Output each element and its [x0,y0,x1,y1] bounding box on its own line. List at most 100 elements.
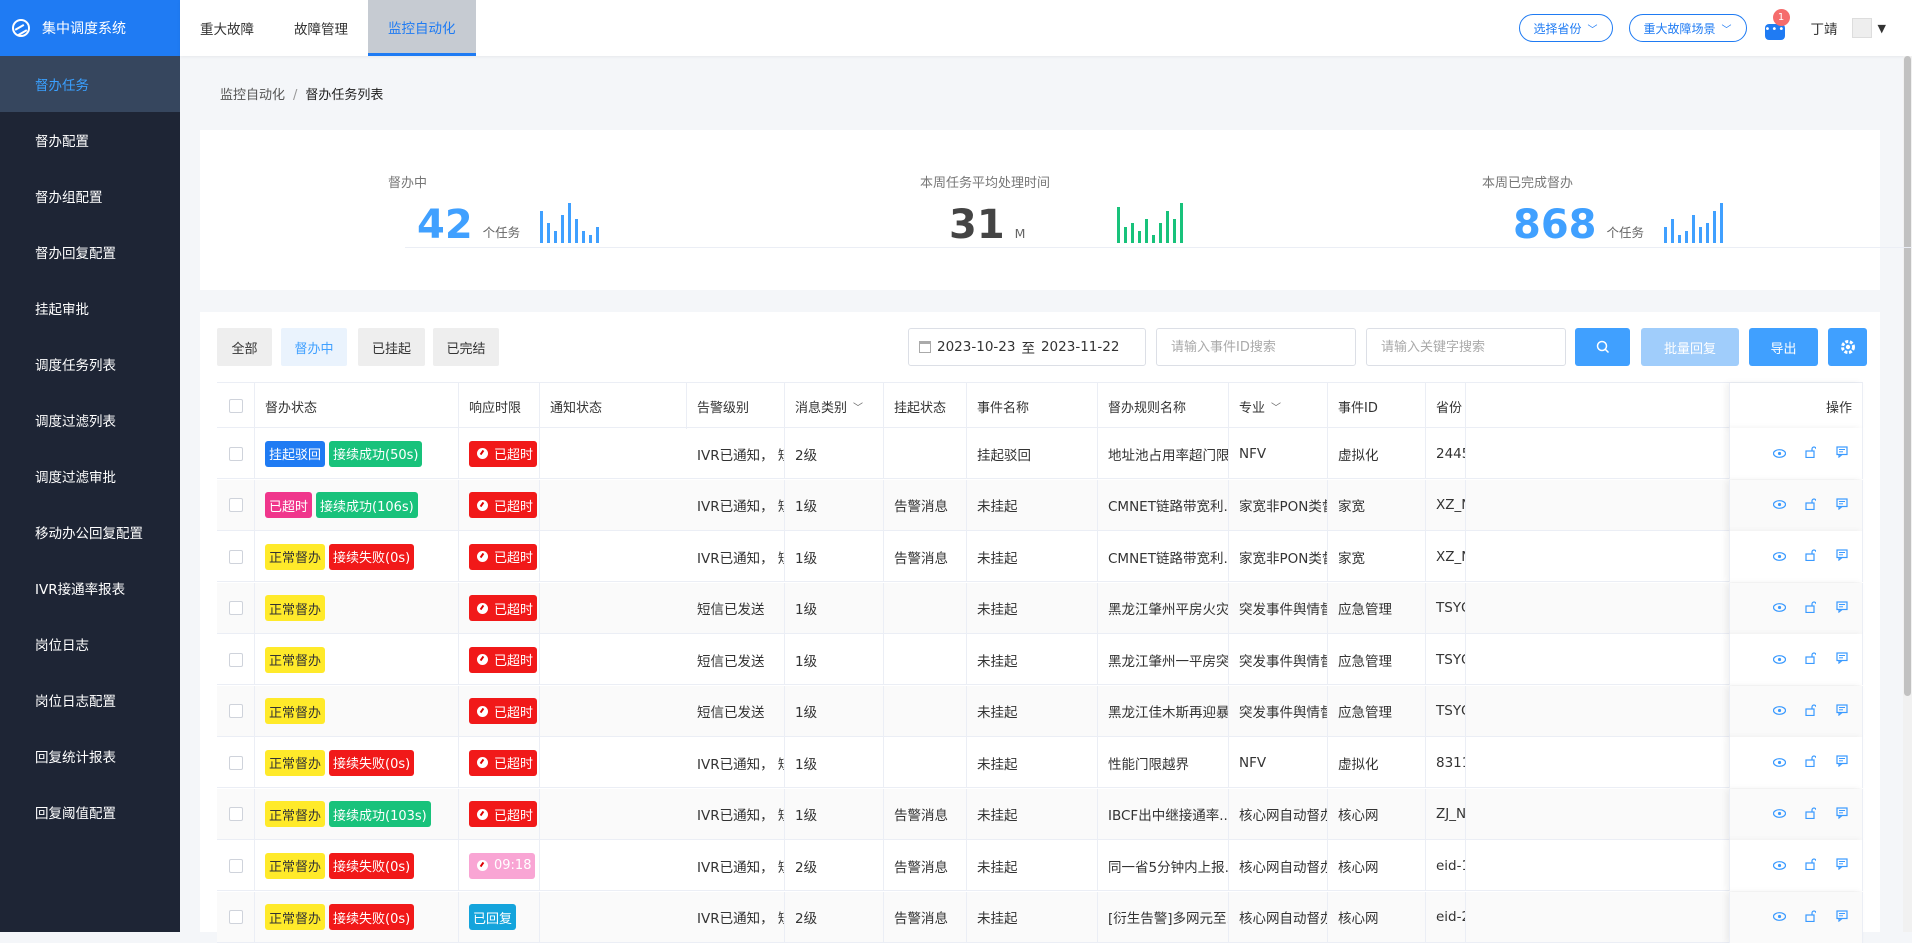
unlock-icon[interactable] [1804,858,1817,873]
unlock-icon[interactable] [1804,601,1817,616]
reply-icon[interactable] [1835,549,1848,564]
sidebar-item-7[interactable]: 调度过滤审批 [0,448,180,504]
unlock-icon[interactable] [1804,549,1817,564]
table-row[interactable]: 正常督办已超时短信已发送1级未挂起黑龙江肇州平房火灾...突发事件舆情督办应急管… [217,583,1863,634]
filter-tab-1[interactable]: 督办中 [281,328,347,366]
table-row[interactable]: 正常督办已超时短信已发送1级未挂起黑龙江肇州一平房突...突发事件舆情督办应急管… [217,634,1863,685]
chevron-down-icon[interactable]: ﹀ [1271,399,1281,414]
reply-icon[interactable] [1835,858,1848,873]
filter-tab-2[interactable]: 已挂起 [358,328,425,366]
event-id-search-input[interactable] [1156,328,1356,366]
unlock-icon[interactable] [1804,910,1817,925]
reply-icon[interactable] [1835,446,1848,461]
page-scrollbar[interactable] [1903,56,1912,932]
reply-icon[interactable] [1835,652,1848,667]
unlock-icon[interactable] [1804,807,1817,822]
province-select[interactable]: 选择省份﹀ [1519,14,1613,42]
user-name[interactable]: 丁靖 [1811,18,1838,38]
row-checkbox[interactable] [229,447,243,461]
eye-icon[interactable] [1773,653,1786,667]
top-tab-0[interactable]: 重大故障 [180,0,274,56]
scene-select[interactable]: 重大故障场景﹀ [1629,14,1747,42]
export-button[interactable]: 导出 [1749,328,1818,366]
breadcrumb-parent[interactable]: 监控自动化 [220,88,285,103]
eye-icon[interactable] [1773,756,1786,770]
table-row[interactable]: 正常督办接续失败(0s)已回复IVR已通知， 短信已发送2级告警消息未挂起[衍生… [217,892,1863,943]
row-checkbox[interactable] [229,653,243,667]
sidebar-item-12[interactable]: 回复统计报表 [0,728,180,784]
cell-event: 性能门限越界 [1098,737,1229,788]
eye-icon[interactable] [1773,550,1786,564]
row-checkbox[interactable] [229,601,243,615]
sidebar-item-2[interactable]: 督办组配置 [0,168,180,224]
reply-icon[interactable] [1835,910,1848,925]
cell-suspend: 未挂起 [967,480,1098,531]
unlock-icon[interactable] [1804,652,1817,667]
table-row[interactable]: 正常督办接续成功(103s)已超时IVR已通知， 短信已发送1级告警消息未挂起I… [217,789,1863,840]
eye-icon[interactable] [1773,807,1786,821]
chevron-down-icon[interactable]: ﹀ [853,399,863,414]
settings-button[interactable] [1828,328,1867,366]
status-tag: 接续失败(0s) [329,544,414,570]
table-row[interactable]: 正常督办已超时短信已发送1级未挂起黑龙江佳木斯再迎暴...突发事件舆情督办应急管… [217,686,1863,737]
eye-icon[interactable] [1773,704,1786,718]
select-all-checkbox[interactable] [229,399,243,413]
row-checkbox[interactable] [229,756,243,770]
unlock-icon[interactable] [1804,704,1817,719]
row-checkbox[interactable] [229,550,243,564]
table-row[interactable]: 已超时接续成功(106s)已超时IVR已通知， 短信已发送1级告警消息未挂起CM… [217,480,1863,531]
reply-icon[interactable] [1835,755,1848,770]
reply-icon[interactable] [1835,601,1848,616]
sidebar-item-6[interactable]: 调度过滤列表 [0,392,180,448]
unlock-icon[interactable] [1804,498,1817,513]
table-row[interactable]: 正常督办接续失败(0s)09:18IVR已通知， 短信已发送2级告警消息未挂起同… [217,840,1863,891]
reply-icon[interactable] [1835,498,1848,513]
sidebar-item-10[interactable]: 岗位日志 [0,616,180,672]
sidebar-item-4[interactable]: 挂起审批 [0,280,180,336]
eye-icon[interactable] [1773,859,1786,873]
caret-down-icon[interactable]: ▼ [1878,22,1886,35]
eye-icon[interactable] [1773,601,1786,615]
row-checkbox[interactable] [229,807,243,821]
avatar[interactable] [1852,18,1872,38]
sidebar-item-3[interactable]: 督办回复配置 [0,224,180,280]
sidebar-item-8[interactable]: 移动办公回复配置 [0,504,180,560]
batch-reply-button[interactable]: 批量回复 [1641,328,1739,366]
sidebar-item-11[interactable]: 岗位日志配置 [0,672,180,728]
sidebar-item-5[interactable]: 调度任务列表 [0,336,180,392]
unlock-icon[interactable] [1804,755,1817,770]
sidebar-item-0[interactable]: 督办任务 [0,56,180,112]
column-header-major[interactable]: 专业﹀ [1229,383,1328,429]
keyword-search-input[interactable] [1366,328,1566,366]
sidebar-item-9[interactable]: IVR接通率报表 [0,560,180,616]
clock-icon [477,706,488,717]
message-button[interactable]: ••• 1 [1763,17,1785,39]
row-checkbox[interactable] [229,498,243,512]
column-header-msgtype[interactable]: 消息类别﹀ [785,383,884,429]
app-logo[interactable]: 集中调度系统 [0,0,180,56]
row-checkbox[interactable] [229,910,243,924]
row-checkbox[interactable] [229,704,243,718]
top-tab-2[interactable]: 监控自动化 [368,0,476,56]
date-range-picker[interactable]: 2023-10-23 至 2023-11-22 [908,328,1146,366]
table-row[interactable]: 正常督办接续失败(0s)已超时IVR已通知， 短信已发送1级未挂起性能门限越界N… [217,737,1863,788]
cell-notify: IVR已通知， 短信已发送 [687,737,785,788]
table-row[interactable]: 正常督办接续失败(0s)已超时IVR已通知， 短信已发送1级告警消息未挂起CMN… [217,531,1863,582]
reply-icon[interactable] [1835,807,1848,822]
filter-tab-0[interactable]: 全部 [217,328,272,366]
top-tab-1[interactable]: 故障管理 [274,0,368,56]
response-cell: 已超时 [459,737,540,788]
unlock-icon[interactable] [1804,446,1817,461]
eye-icon[interactable] [1773,447,1786,461]
table-row[interactable]: 挂起驳回接续成功(50s)已超时IVR已通知， 短信已发送2级挂起驳回地址池占用… [217,428,1863,479]
sidebar-item-1[interactable]: 督办配置 [0,112,180,168]
scrollbar-thumb[interactable] [1904,56,1911,696]
filter-tab-3[interactable]: 已完结 [433,328,499,366]
reply-icon[interactable] [1835,704,1848,719]
eye-icon[interactable] [1773,498,1786,512]
cell-event: CMNET链路带宽利... [1098,531,1229,582]
sidebar-item-13[interactable]: 回复阈值配置 [0,784,180,840]
search-button[interactable] [1575,328,1630,366]
row-checkbox[interactable] [229,859,243,873]
eye-icon[interactable] [1773,910,1786,924]
